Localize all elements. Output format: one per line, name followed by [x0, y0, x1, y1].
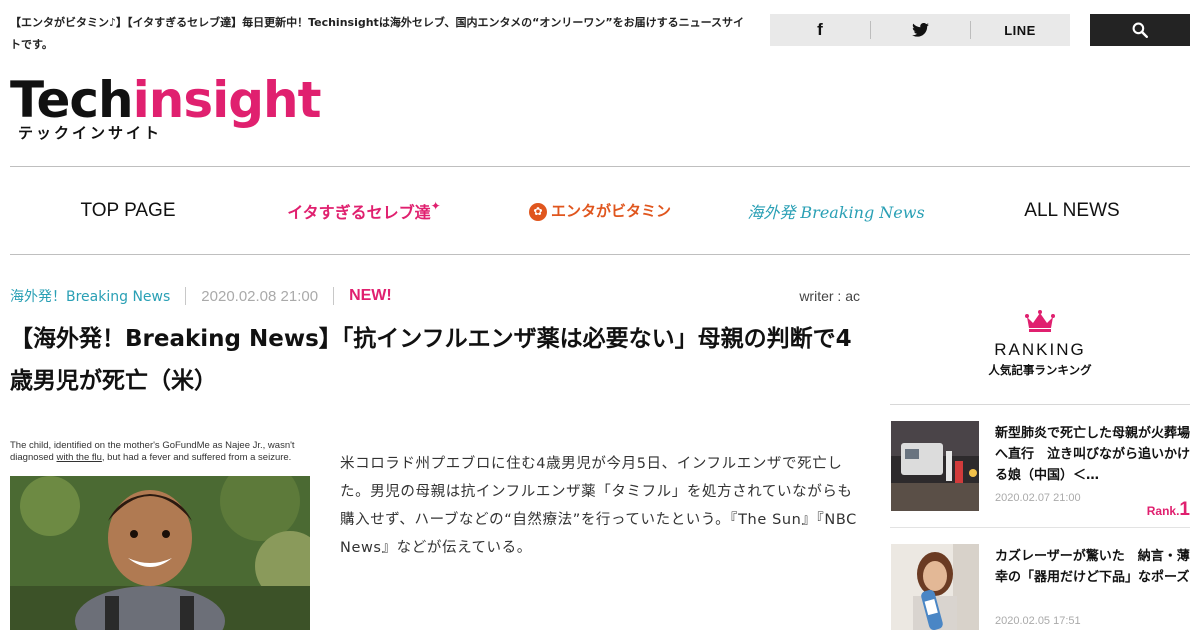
line-button[interactable]: LINE	[970, 14, 1070, 46]
main-nav: TOP PAGE イタすぎるセレブ達✦ ✿ エンタがビタミン 海外発 Breaki…	[10, 166, 1190, 255]
ranking-title: RANKING	[994, 340, 1086, 359]
ranking-item[interactable]: 新型肺炎で死亡した母親が火葬場へ直行 泣き叫びながら追いかける娘（中国）＜… 2…	[890, 405, 1190, 528]
nav-celeb-label: イタすぎるセレブ達	[287, 202, 431, 222]
meta-divider	[333, 287, 335, 305]
search-icon	[1132, 22, 1148, 38]
line-label: LINE	[1004, 22, 1036, 38]
article-photo	[10, 476, 310, 630]
ranking-sidebar: RANKING 人気記事ランキング 新型肺炎で死亡した母親が火葬場へ直行 泣き叫…	[890, 310, 1190, 630]
ranking-header: RANKING 人気記事ランキング	[890, 310, 1190, 405]
article-title: 【海外発！Breaking News】「抗インフルエンザ薬は必要ない」母親の判断…	[10, 326, 852, 394]
new-badge: NEW!	[349, 287, 392, 304]
ranking-subtitle: 人気記事ランキング	[988, 363, 1092, 377]
caption-link[interactable]: with the flu	[56, 452, 101, 463]
ranking-date: 2020.02.05 17:51	[995, 615, 1081, 627]
article-meta: 海外発！Breaking News 2020.02.08 21:00 NEW! …	[10, 285, 860, 307]
facebook-button[interactable]: f	[770, 14, 870, 46]
nav-breaking-news[interactable]: 海外発 Breaking News	[718, 199, 954, 223]
nav-enta[interactable]: ✿ エンタがビタミン	[482, 200, 718, 221]
crown-icon	[1025, 310, 1055, 332]
site-logo[interactable]: Techinsight テックインサイト	[10, 71, 322, 144]
ranking-thumbnail	[891, 421, 979, 511]
rank-number: Rank.1	[1146, 499, 1190, 520]
ranking-thumbnail	[891, 544, 979, 630]
facebook-icon: f	[817, 20, 823, 39]
logo-text-tech: Tech	[10, 71, 134, 129]
ranking-item[interactable]: カズレーザーが驚いた 納言・薄幸の「器用だけど下品」なポーズ 2020.02.0…	[890, 528, 1190, 630]
article-image: The child, identified on the mother's Go…	[10, 440, 310, 630]
caption-text-end: , but had a fever and suffered from a se…	[101, 452, 292, 463]
meta-divider	[185, 287, 187, 305]
image-caption: The child, identified on the mother's Go…	[10, 440, 310, 464]
vitamin-icon: ✿	[528, 202, 547, 221]
ranking-headline: カズレーザーが驚いた 納言・薄幸の「器用だけど下品」なポーズ	[995, 549, 1190, 585]
article-writer: writer : ac	[799, 288, 860, 304]
logo-text-insight: insight	[132, 71, 322, 129]
nav-all-news[interactable]: ALL NEWS	[954, 200, 1190, 222]
article-category[interactable]: 海外発！Breaking News	[10, 286, 170, 306]
search-button[interactable]	[1090, 14, 1190, 46]
nav-enta-label: エンタがビタミン	[550, 202, 671, 220]
nav-top-page[interactable]: TOP PAGE	[10, 200, 246, 222]
twitter-button[interactable]	[870, 14, 970, 46]
nav-celeb[interactable]: イタすぎるセレブ達✦	[246, 199, 482, 223]
site-tagline: 【エンタがビタミン♪】【イタすぎるセレブ達】毎日更新中！Techinsightは…	[10, 16, 745, 51]
sparkle-icon: ✦	[430, 198, 441, 213]
ranking-date: 2020.02.07 21:00	[995, 492, 1081, 504]
ranking-headline: 新型肺炎で死亡した母親が火葬場へ直行 泣き叫びながら追いかける娘（中国）＜…	[995, 426, 1191, 483]
twitter-bird-icon	[911, 23, 929, 37]
article-body: 米コロラド州プエブロに住む4歳男児が今月5日、インフルエンザで死亡した。男児の母…	[340, 456, 857, 556]
social-share-bar: f LINE	[770, 14, 1070, 46]
article-date: 2020.02.08 21:00	[201, 287, 319, 305]
